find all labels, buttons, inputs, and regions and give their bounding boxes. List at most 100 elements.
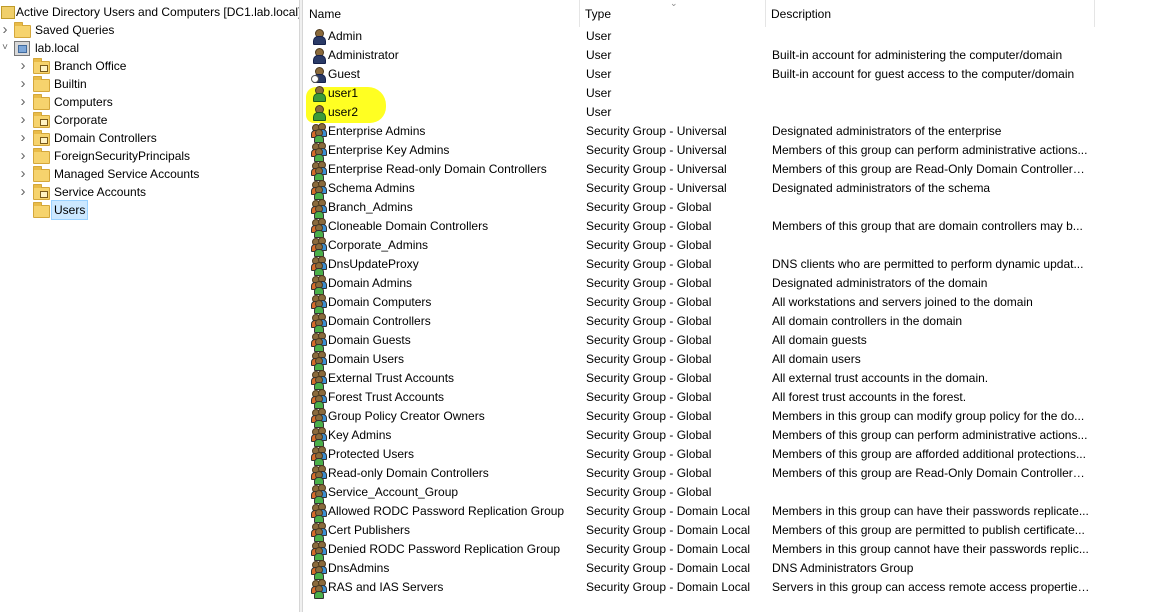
sort-chevron-icon: ⌄ xyxy=(670,0,678,8)
list-row[interactable]: user2 User xyxy=(304,103,1163,122)
list-row[interactable]: Read-only Domain Controllers Security Gro… xyxy=(304,464,1163,485)
list-row[interactable]: Domain Admins Security Group - Global Desi… xyxy=(304,274,1163,295)
list-row[interactable]: DnsAdmins Security Group - Domain Local DN… xyxy=(304,559,1163,580)
list-row[interactable]: Forest Trust Accounts Security Group - Gl… xyxy=(304,388,1163,409)
tree-root-label: Active Directory Users and Computers [DC… xyxy=(16,5,299,19)
cell-type: Security Group - Global xyxy=(586,238,712,252)
expand-chevron-right-icon[interactable]: › xyxy=(18,75,28,93)
expand-chevron-right-icon[interactable]: › xyxy=(18,165,28,183)
cell-name: DnsUpdateProxy xyxy=(328,257,419,271)
list-row[interactable]: Domain Controllers Security Group - Globa… xyxy=(304,312,1163,333)
list-row[interactable]: Denied RODC Password Replication Group Se… xyxy=(304,540,1163,561)
group-icon xyxy=(311,256,327,276)
list-row[interactable]: Domain Guests Security Group - Global All … xyxy=(304,331,1163,352)
cell-type: Security Group - Global xyxy=(586,428,712,442)
cell-name: Branch_Admins xyxy=(328,200,413,214)
list-row[interactable]: Key Admins Security Group - Global Members… xyxy=(304,426,1163,447)
expand-chevron-right-icon[interactable]: › xyxy=(18,183,28,201)
disabled-user-icon xyxy=(311,66,327,83)
cell-type: Security Group - Global xyxy=(586,219,712,233)
cell-name: Allowed RODC Password Replication Group xyxy=(328,504,565,518)
expand-chevron-right-icon[interactable]: › xyxy=(18,93,28,111)
tree-item-label: lab.local xyxy=(35,41,80,55)
cell-type: Security Group - Global xyxy=(586,257,712,271)
group-icon xyxy=(311,541,327,561)
cell-name: Group Policy Creator Owners xyxy=(328,409,485,423)
group-icon xyxy=(311,180,327,200)
cell-description: Members in this group can have their pas… xyxy=(772,504,1089,518)
cell-name: Denied RODC Password Replication Group xyxy=(328,542,561,556)
list-row[interactable]: Administrator User Built-in account for ad… xyxy=(304,46,1163,65)
group-icon xyxy=(311,560,327,580)
cell-description xyxy=(772,483,1090,502)
cell-type: Security Group - Universal xyxy=(586,124,727,138)
list-row[interactable]: Schema Admins Security Group - Universal D… xyxy=(304,179,1163,200)
list-row[interactable]: Domain Computers Security Group - Global A… xyxy=(304,293,1163,314)
cell-name: Protected Users xyxy=(328,447,415,461)
expand-chevron-right-icon[interactable]: › xyxy=(18,57,28,75)
list-row[interactable]: RAS and IAS Servers Security Group - Doma… xyxy=(304,578,1163,599)
list-row[interactable]: Branch_Admins Security Group - Global xyxy=(304,198,1163,219)
ou-icon xyxy=(33,112,50,128)
cell-name: Domain Users xyxy=(328,352,405,366)
list-row[interactable]: Cloneable Domain Controllers Security Gro… xyxy=(304,217,1163,238)
list-row[interactable]: Service_Account_Group Security Group - Gl… xyxy=(304,483,1163,504)
folder-icon xyxy=(33,76,50,92)
console-tree: Active Directory Users and Computers [DC… xyxy=(0,0,299,612)
list-row[interactable]: External Trust Accounts Security Group - … xyxy=(304,369,1163,390)
domain-icon xyxy=(14,41,30,56)
folder-icon xyxy=(14,22,31,38)
cell-description: DNS Administrators Group xyxy=(772,561,914,575)
cell-name: Enterprise Read-only Domain Controllers xyxy=(328,162,547,176)
cell-name: Domain Guests xyxy=(328,333,411,347)
list-row[interactable]: Domain Users Security Group - Global All d… xyxy=(304,350,1163,371)
expand-chevron-right-icon[interactable]: › xyxy=(18,111,28,129)
cell-type: Security Group - Global xyxy=(586,333,712,347)
user-icon xyxy=(311,47,327,64)
tree-item-label: Computers xyxy=(54,95,113,109)
cell-description: All domain users xyxy=(772,352,861,366)
tree-item-label: Builtin xyxy=(54,77,87,91)
list-row[interactable]: Cert Publishers Security Group - Domain L… xyxy=(304,521,1163,542)
expand-chevron-right-icon[interactable]: › xyxy=(18,147,28,165)
column-header-name[interactable]: Name xyxy=(304,0,580,27)
cell-name: DnsAdmins xyxy=(328,561,390,575)
list-row[interactable]: Admin User xyxy=(304,27,1163,46)
expand-chevron-right-icon[interactable]: › xyxy=(0,21,10,39)
list-row[interactable]: Protected Users Security Group - Global Me… xyxy=(304,445,1163,466)
list-row[interactable]: DnsUpdateProxy Security Group - Global DNS… xyxy=(304,255,1163,276)
list-row[interactable]: Guest User Built-in account for guest acce… xyxy=(304,65,1163,84)
list-row[interactable]: Allowed RODC Password Replication Group S… xyxy=(304,502,1163,523)
cell-type: Security Group - Global xyxy=(586,447,712,461)
list-row[interactable]: Group Policy Creator Owners Security Grou… xyxy=(304,407,1163,428)
group-icon xyxy=(311,199,327,219)
cell-description: Members of this group are Read-Only Doma… xyxy=(772,466,1090,480)
column-header-description[interactable]: Description xyxy=(766,0,1095,27)
list-row[interactable]: Enterprise Read-only Domain Controllers S… xyxy=(304,160,1163,181)
group-icon xyxy=(311,408,327,428)
cell-name: External Trust Accounts xyxy=(328,371,455,385)
cell-name: Admin xyxy=(328,29,363,43)
cell-description: All domain guests xyxy=(772,333,867,347)
expand-chevron-down-icon[interactable]: ˅ xyxy=(0,39,10,57)
list-row[interactable]: Enterprise Key Admins Security Group - Un… xyxy=(304,141,1163,162)
cell-description: All forest trust accounts in the forest. xyxy=(772,390,967,404)
group-icon xyxy=(311,218,327,238)
cell-name: Domain Controllers xyxy=(328,314,431,328)
cell-type: Security Group - Universal xyxy=(586,143,727,157)
list-row[interactable]: Corporate_Admins Security Group - Global xyxy=(304,236,1163,257)
cell-type: Security Group - Domain Local xyxy=(586,523,751,537)
cell-type: User xyxy=(586,29,612,43)
cell-type: Security Group - Domain Local xyxy=(586,542,751,556)
cell-type: Security Group - Global xyxy=(586,314,712,328)
group-icon xyxy=(311,313,327,333)
cell-type: User xyxy=(586,86,612,100)
cell-name: Cloneable Domain Controllers xyxy=(328,219,489,233)
group-icon xyxy=(311,465,327,485)
cell-description: Members of this group are permitted to p… xyxy=(772,523,1085,537)
list-row[interactable]: user1 User xyxy=(304,84,1163,103)
list-row[interactable]: Enterprise Admins Security Group - Univer… xyxy=(304,122,1163,143)
pane-splitter[interactable] xyxy=(299,0,303,612)
cell-name: user2 xyxy=(328,105,359,119)
expand-chevron-right-icon[interactable]: › xyxy=(18,129,28,147)
